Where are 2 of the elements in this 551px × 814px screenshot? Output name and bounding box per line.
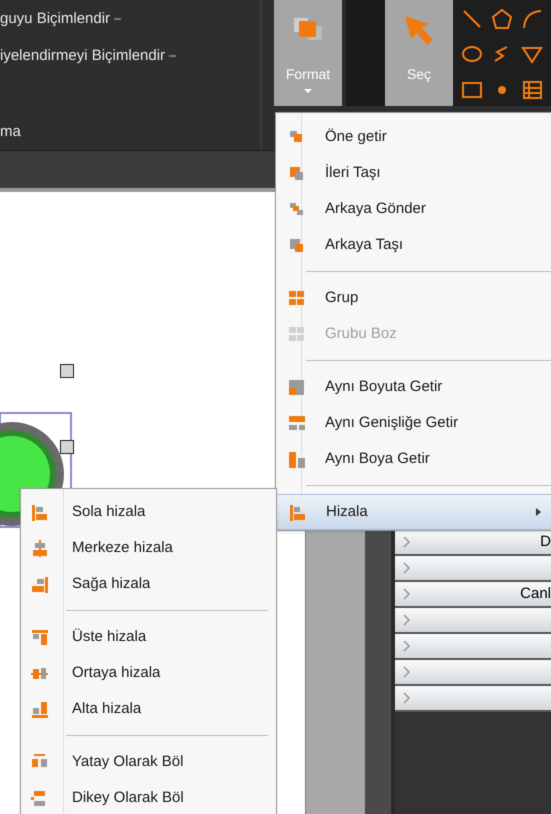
property-label: Canl bbox=[520, 584, 551, 604]
property-label: D bbox=[540, 532, 551, 552]
